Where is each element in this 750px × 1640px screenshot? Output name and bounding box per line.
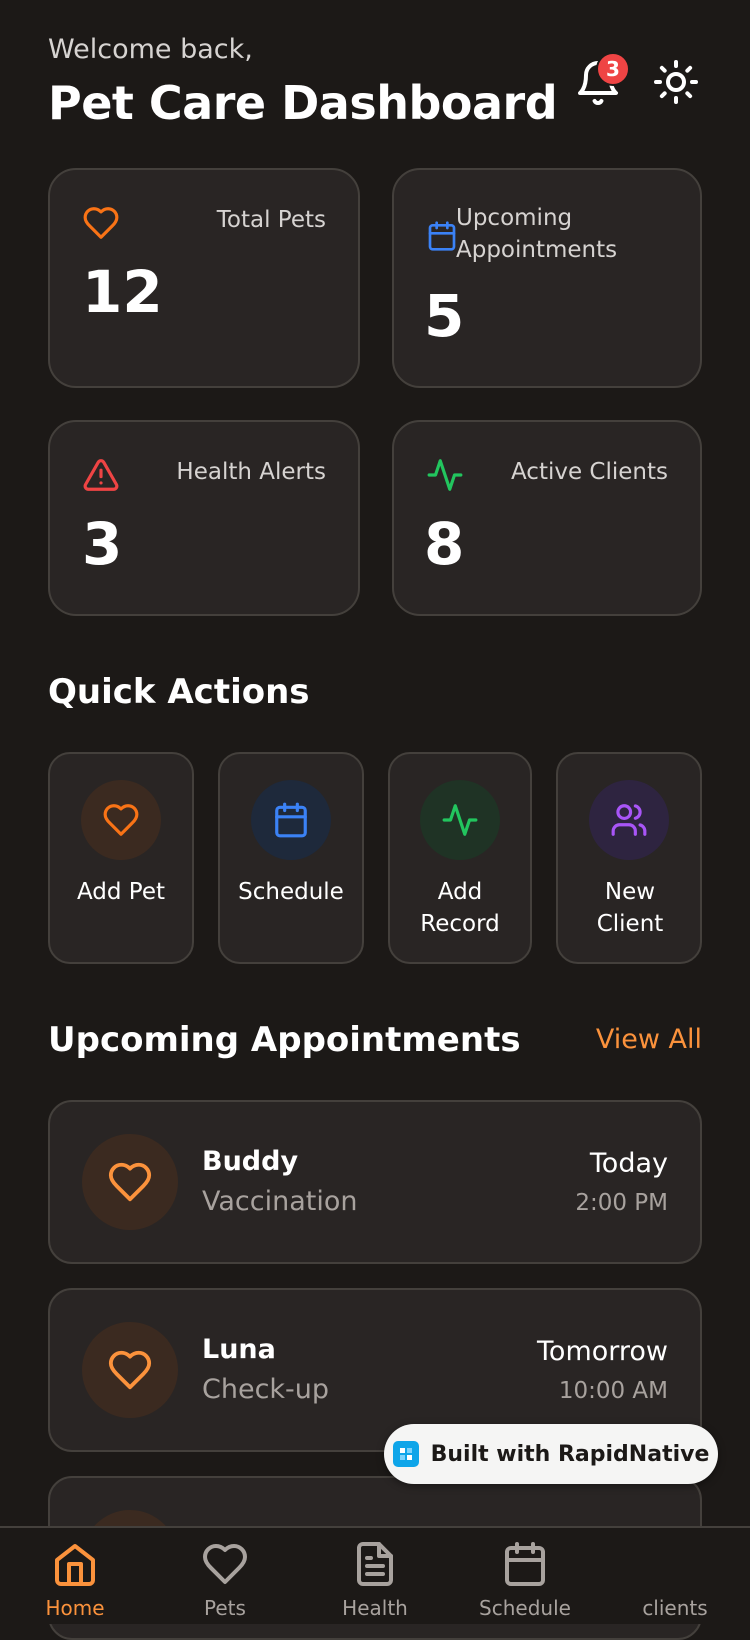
stat-value: 12: [82, 258, 163, 326]
tab-label: Health: [342, 1596, 408, 1620]
quick-action-icon-bg: [420, 780, 500, 860]
alert-triangle-icon: [83, 459, 119, 491]
users-icon: [651, 1540, 699, 1588]
quick-action-add-pet[interactable]: Add Pet: [48, 752, 194, 964]
quick-action-add-record[interactable]: Add Record: [388, 752, 532, 964]
stat-card-total-pets[interactable]: Total Pets 12: [48, 168, 360, 388]
tab-home[interactable]: Home: [15, 1540, 135, 1624]
quick-action-label: Add Pet: [76, 879, 166, 905]
stat-label: Health Alerts: [176, 459, 326, 485]
heart-icon: [108, 1162, 152, 1202]
stat-value: 5: [424, 282, 465, 350]
view-all-link[interactable]: View All: [596, 1024, 702, 1055]
appointment-type: Vaccination: [202, 1186, 358, 1217]
appointment-type: Check-up: [202, 1374, 330, 1405]
quick-action-schedule[interactable]: Schedule: [218, 752, 364, 964]
built-with-rapidnative-badge[interactable]: Built with RapidNative: [384, 1424, 718, 1484]
appointments-title: Upcoming Appointments: [48, 1020, 521, 1060]
stat-value: 3: [82, 510, 123, 578]
home-icon: [55, 1544, 95, 1586]
tab-label: clients: [642, 1596, 708, 1620]
file-text-icon: [357, 1542, 393, 1586]
stat-card-health-alerts[interactable]: Health Alerts 3: [48, 420, 360, 616]
page-title: Pet Care Dashboard: [48, 76, 558, 130]
badge-label: Built with RapidNative: [430, 1441, 710, 1467]
calendar-icon: [505, 1542, 545, 1586]
appointment-day: Today: [589, 1148, 668, 1179]
activity-icon: [427, 459, 463, 491]
heart-icon: [203, 1544, 247, 1584]
activity-icon: [442, 804, 478, 836]
quick-actions-title: Quick Actions: [48, 672, 310, 712]
quick-action-icon-bg: [589, 780, 669, 860]
tab-label: Pets: [204, 1596, 246, 1620]
heart-icon: [108, 1350, 152, 1390]
tab-pets[interactable]: Pets: [165, 1540, 285, 1624]
sun-icon: [654, 60, 698, 104]
tab-health[interactable]: Health: [315, 1540, 435, 1624]
tab-clients[interactable]: clients: [615, 1540, 735, 1624]
stat-card-active-clients[interactable]: Active Clients 8: [392, 420, 702, 616]
appointment-time: 2:00 PM: [575, 1190, 668, 1216]
appointment-time: 10:00 AM: [558, 1378, 668, 1404]
stat-label: Active Clients: [510, 459, 668, 485]
users-icon: [611, 804, 647, 836]
quick-action-new-client[interactable]: New Client: [556, 752, 702, 964]
welcome-text: Welcome back,: [48, 34, 253, 65]
stat-value: 8: [424, 510, 465, 578]
appointment-pet-name: Luna: [202, 1334, 276, 1365]
heart-icon: [103, 804, 139, 836]
tab-schedule[interactable]: Schedule: [465, 1540, 585, 1624]
appointment-avatar: [82, 1322, 178, 1418]
quick-action-label: New Client: [596, 879, 664, 937]
calendar-icon: [275, 802, 307, 838]
heart-icon: [83, 207, 119, 239]
appointment-avatar: [82, 1134, 178, 1230]
tab-label: Schedule: [479, 1596, 571, 1620]
appointment-card[interactable]: Buddy Vaccination Today 2:00 PM: [48, 1100, 702, 1264]
stat-card-upcoming-appointments[interactable]: Upcoming Appointments 5: [392, 168, 702, 388]
stat-label: Total Pets: [216, 207, 326, 233]
stat-label: Upcoming Appointments: [456, 205, 618, 263]
rapidnative-logo-icon: [392, 1441, 419, 1467]
quick-action-icon-bg: [81, 780, 161, 860]
notification-badge: 3: [596, 52, 630, 86]
quick-action-label: Schedule: [238, 879, 344, 905]
quick-action-label: Add Record: [420, 879, 500, 937]
appointment-pet-name: Buddy: [202, 1146, 299, 1177]
calendar-icon: [428, 221, 456, 251]
quick-action-icon-bg: [251, 780, 331, 860]
appointment-day: Tomorrow: [537, 1336, 668, 1367]
theme-toggle-button[interactable]: [652, 58, 702, 108]
tab-label: Home: [45, 1596, 105, 1620]
